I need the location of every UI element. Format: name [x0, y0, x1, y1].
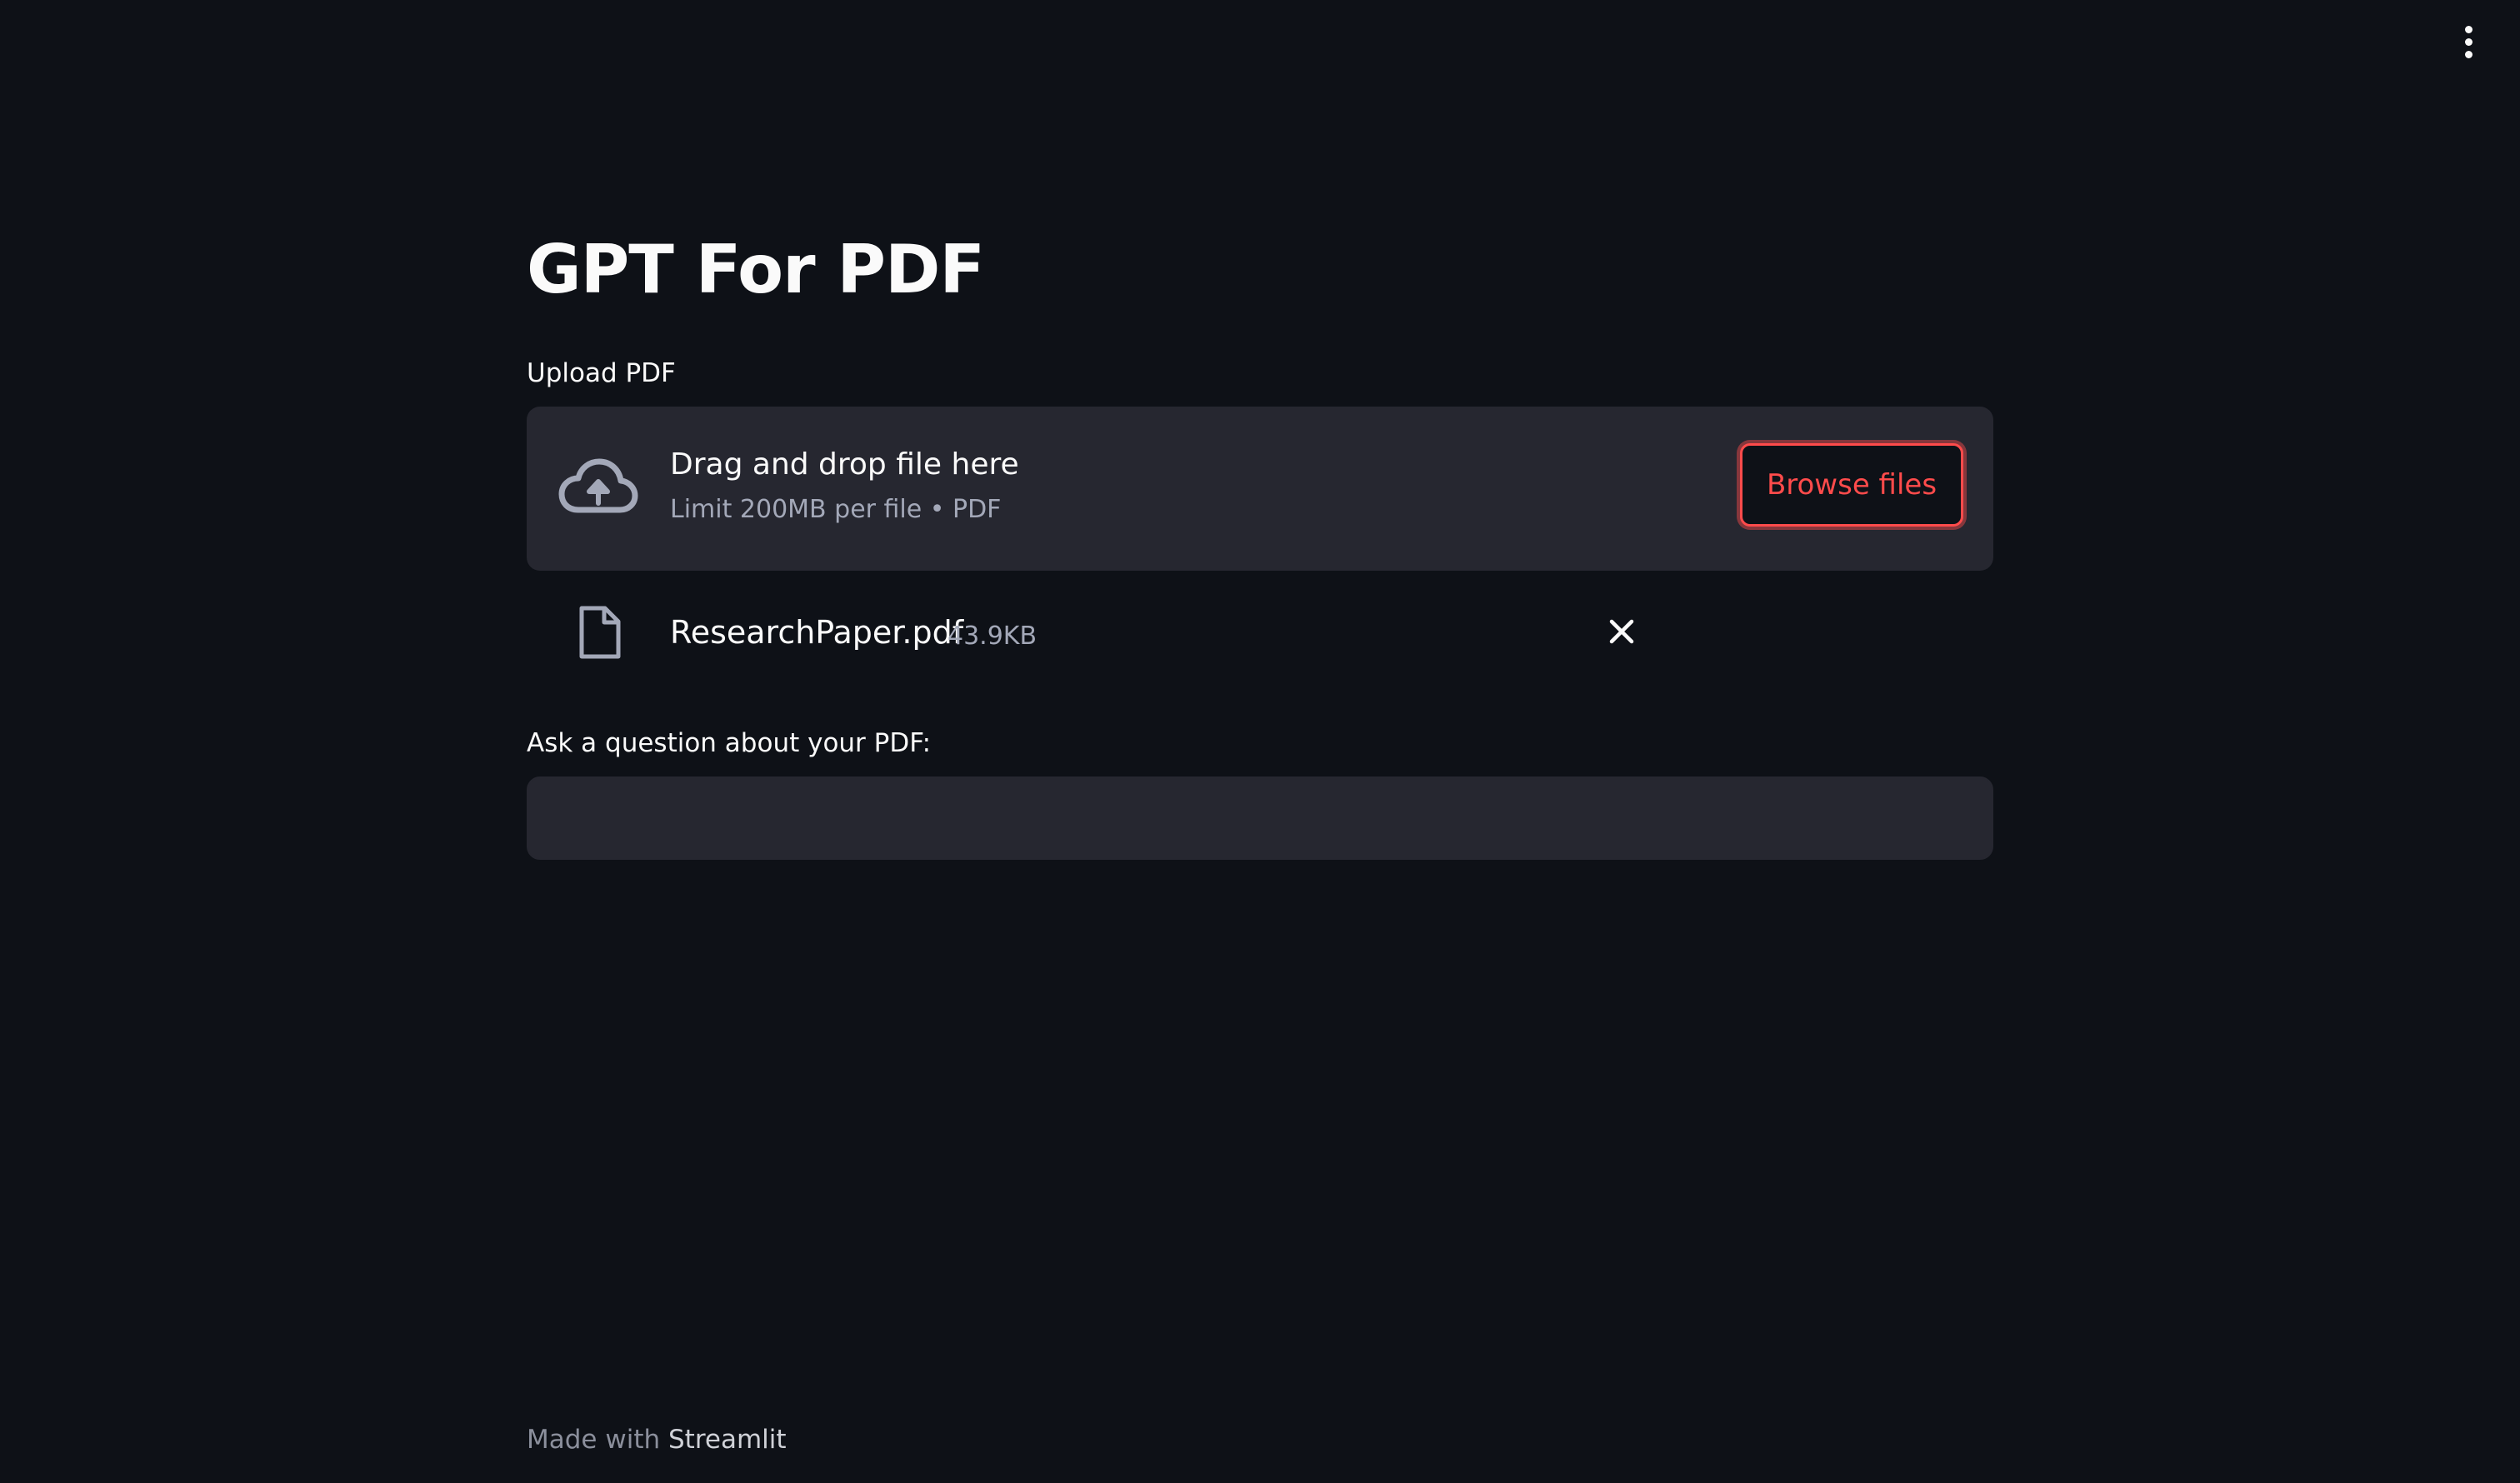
dropzone-main-text: Drag and drop file here — [670, 447, 1019, 482]
close-icon[interactable] — [1605, 615, 1638, 648]
menu-dot — [2464, 50, 2472, 58]
file-dropzone[interactable]: Drag and drop file here Limit 200MB per … — [527, 407, 1993, 571]
uploaded-file-size: 43.9KB — [948, 622, 1038, 651]
dropzone-limit-text: Limit 200MB per file • PDF — [670, 495, 1002, 524]
main-menu-button[interactable] — [2450, 22, 2487, 62]
uploaded-file-name: ResearchPaper.pdf — [670, 614, 964, 651]
app-page: GPT For PDF Upload PDF Drag and drop fil… — [0, 0, 2520, 1483]
page-title: GPT For PDF — [527, 231, 985, 308]
question-label: Ask a question about your PDF: — [527, 728, 932, 758]
dropzone-instructions: Drag and drop file here Limit 200MB per … — [670, 445, 1019, 527]
file-icon — [579, 606, 621, 659]
footer-prefix: Made with — [527, 1425, 661, 1455]
menu-dot — [2464, 25, 2472, 33]
menu-dot — [2464, 37, 2472, 46]
footer: Made with Streamlit — [527, 1423, 787, 1456]
streamlit-link[interactable]: Streamlit — [668, 1425, 787, 1455]
browse-files-button[interactable]: Browse files — [1740, 443, 1963, 527]
cloud-upload-icon — [558, 458, 638, 513]
question-input[interactable] — [527, 776, 1993, 860]
uploaded-file-row: ResearchPaper.pdf 43.9KB — [527, 592, 1993, 675]
upload-label: Upload PDF — [527, 358, 676, 388]
